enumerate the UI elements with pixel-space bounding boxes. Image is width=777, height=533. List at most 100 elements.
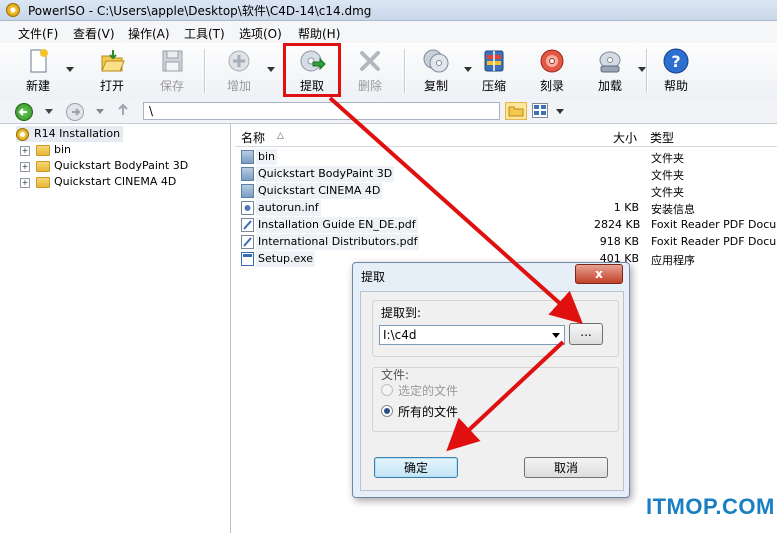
delete-x-icon bbox=[356, 47, 384, 75]
add-button[interactable]: 增加 bbox=[213, 45, 275, 95]
tree-item-bodypaint[interactable]: Quickstart BodyPaint 3D bbox=[36, 158, 188, 174]
file-name: International Distributors.pdf bbox=[256, 234, 420, 250]
folder-tree: R14 Installation + bin + Quickstart Body… bbox=[0, 124, 231, 533]
add-dropdown-icon[interactable] bbox=[267, 67, 275, 72]
back-dropdown-icon[interactable] bbox=[45, 109, 53, 114]
help-label: 帮助 bbox=[663, 79, 688, 93]
forward-arrow-icon[interactable] bbox=[66, 103, 84, 121]
file-type: 文件夹 bbox=[651, 186, 684, 199]
burn-button[interactable]: 刻录 bbox=[526, 45, 578, 95]
extract-path-value: I:\c4d bbox=[383, 328, 417, 342]
menu-options[interactable]: 选项(O) bbox=[239, 25, 282, 42]
menu-view[interactable]: 查看(V) bbox=[73, 25, 115, 42]
file-name: autorun.inf bbox=[256, 200, 321, 216]
folder-icon bbox=[36, 160, 50, 172]
compress-label: 压缩 bbox=[481, 79, 506, 93]
mount-drive-icon bbox=[596, 47, 624, 75]
menu-tools[interactable]: 工具(T) bbox=[184, 25, 225, 42]
view-mode-dropdown-icon[interactable] bbox=[556, 109, 564, 114]
open-button[interactable]: 打开 bbox=[86, 45, 138, 95]
pdf-file-icon bbox=[241, 218, 254, 232]
cancel-button[interactable]: 取消 bbox=[524, 457, 608, 478]
menu-help[interactable]: 帮助(H) bbox=[298, 25, 340, 42]
selected-files-radio[interactable] bbox=[381, 384, 393, 396]
table-row[interactable]: Quickstart BodyPaint 3D 文件夹 bbox=[240, 166, 777, 183]
dialog-close-button[interactable]: x bbox=[575, 264, 623, 284]
file-type: 文件夹 bbox=[651, 169, 684, 182]
folder-icon bbox=[241, 167, 254, 181]
extract-path-combobox[interactable]: I:\c4d bbox=[379, 325, 565, 345]
settings-file-icon bbox=[241, 201, 254, 215]
new-dropdown-icon[interactable] bbox=[66, 67, 74, 72]
tree-item-cinema4d[interactable]: Quickstart CINEMA 4D bbox=[36, 174, 176, 190]
file-list-header: 名称 △ 大小 类型 bbox=[235, 126, 777, 147]
tree-item-label: bin bbox=[54, 143, 72, 156]
column-name[interactable]: 名称 bbox=[241, 129, 265, 146]
mount-button[interactable]: 加载 bbox=[584, 45, 646, 95]
table-row[interactable]: Quickstart CINEMA 4D 文件夹 bbox=[240, 183, 777, 200]
forward-dropdown-icon[interactable] bbox=[96, 109, 104, 114]
expand-icon[interactable]: + bbox=[20, 178, 30, 188]
compress-button[interactable]: 压缩 bbox=[468, 45, 520, 95]
tree-item-bin[interactable]: bin bbox=[36, 142, 71, 158]
table-row[interactable]: bin 文件夹 bbox=[240, 149, 777, 166]
pdf-file-icon bbox=[241, 235, 254, 249]
open-folder-icon bbox=[98, 47, 126, 75]
expand-icon[interactable]: + bbox=[20, 146, 30, 156]
back-arrow-icon[interactable] bbox=[15, 103, 33, 121]
toolbar-separator bbox=[404, 49, 406, 93]
add-files-icon bbox=[225, 47, 253, 75]
view-folders-icon[interactable] bbox=[505, 102, 527, 120]
new-label: 新建 bbox=[25, 79, 50, 93]
folder-icon bbox=[241, 184, 254, 198]
all-files-label: 所有的文件 bbox=[398, 405, 459, 419]
title-bar: PowerISO - C:\Users\apple\Desktop\软件\C4D… bbox=[0, 0, 777, 21]
folder-icon bbox=[36, 176, 50, 188]
mount-label: 加载 bbox=[597, 79, 622, 93]
tree-root-item[interactable]: R14 Installation bbox=[16, 126, 124, 142]
toolbar: 新建 打开 保存 增加 提取 删除 复制 压缩 刻录 加载 ? 帮助 bbox=[0, 43, 777, 100]
up-folder-icon[interactable] bbox=[116, 103, 130, 117]
copy-button[interactable]: 复制 bbox=[410, 45, 472, 95]
file-type: Foxit Reader PDF Documen bbox=[651, 235, 777, 248]
browse-button[interactable]: ... bbox=[569, 323, 603, 345]
table-row[interactable]: International Distributors.pdf 918 KB Fo… bbox=[240, 234, 777, 251]
copy-label: 复制 bbox=[423, 79, 448, 93]
tree-item-label: Quickstart CINEMA 4D bbox=[54, 175, 177, 188]
address-path-field[interactable]: \ bbox=[143, 102, 500, 120]
menu-file[interactable]: 文件(F) bbox=[18, 25, 58, 42]
extract-dialog: 提取 x 提取到: I:\c4d ... 文件: 选定的文件 所有的文件 确定 … bbox=[352, 262, 630, 498]
dialog-title: 提取 bbox=[361, 270, 386, 284]
toolbar-separator bbox=[204, 49, 206, 93]
save-label: 保存 bbox=[159, 79, 184, 93]
table-row[interactable]: autorun.inf 1 KB 安装信息 bbox=[240, 200, 777, 217]
ok-button[interactable]: 确定 bbox=[374, 457, 458, 478]
mount-dropdown-icon[interactable] bbox=[638, 67, 646, 72]
all-files-radio[interactable] bbox=[381, 405, 393, 417]
open-label: 打开 bbox=[99, 79, 124, 93]
column-size[interactable]: 大小 bbox=[613, 129, 637, 146]
burn-label: 刻录 bbox=[539, 79, 564, 93]
file-size: 918 KB bbox=[599, 235, 639, 248]
view-mode-icon[interactable] bbox=[532, 103, 548, 118]
table-row[interactable]: Installation Guide EN_DE.pdf 2824 KB Fox… bbox=[240, 217, 777, 234]
file-name: Quickstart CINEMA 4D bbox=[256, 183, 383, 199]
expand-icon[interactable]: + bbox=[20, 162, 30, 172]
save-button[interactable]: 保存 bbox=[146, 45, 198, 95]
file-name: Setup.exe bbox=[256, 251, 316, 267]
file-name: Installation Guide EN_DE.pdf bbox=[256, 217, 418, 233]
add-label: 增加 bbox=[226, 79, 251, 93]
delete-button[interactable]: 删除 bbox=[344, 45, 396, 95]
help-button[interactable]: ? 帮助 bbox=[650, 45, 702, 95]
file-size: 1 KB bbox=[613, 201, 639, 214]
compress-icon bbox=[480, 47, 508, 75]
files-group: 文件: 选定的文件 所有的文件 bbox=[372, 367, 619, 432]
folder-icon bbox=[241, 150, 254, 164]
column-type[interactable]: 类型 bbox=[650, 129, 674, 146]
new-button[interactable]: 新建 bbox=[12, 45, 74, 95]
burn-disc-icon bbox=[538, 47, 566, 75]
svg-text:?: ? bbox=[671, 52, 680, 71]
menu-action[interactable]: 操作(A) bbox=[128, 25, 170, 42]
file-type: 应用程序 bbox=[651, 254, 695, 267]
combobox-dropdown-icon[interactable] bbox=[552, 333, 560, 338]
